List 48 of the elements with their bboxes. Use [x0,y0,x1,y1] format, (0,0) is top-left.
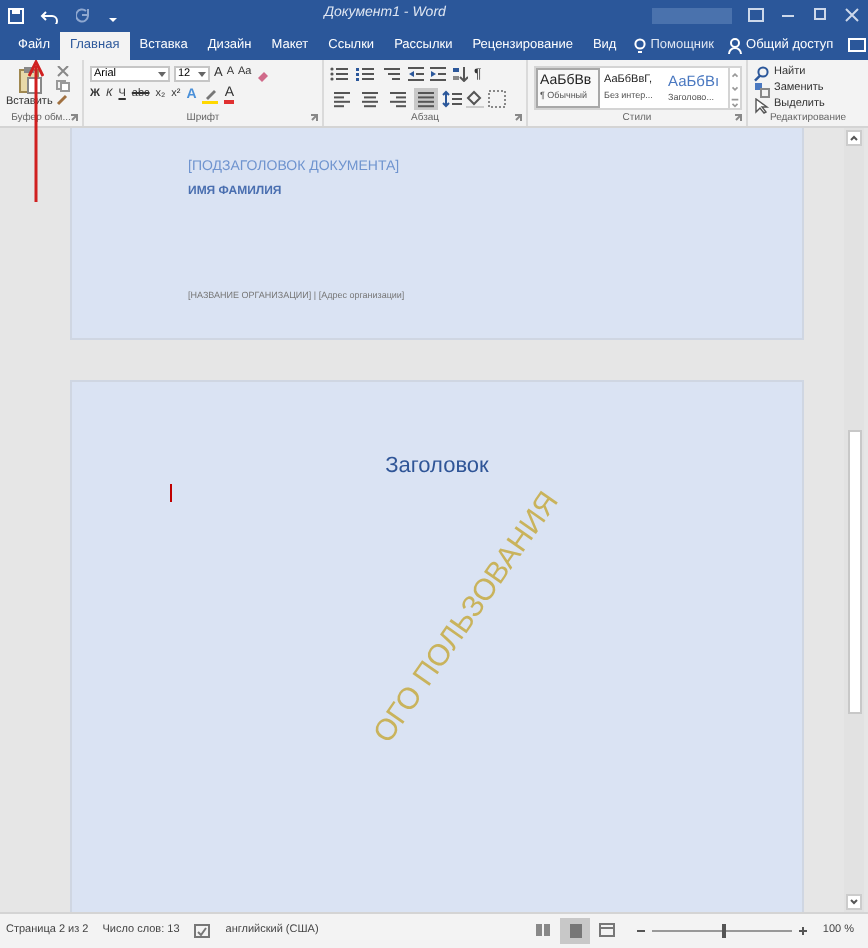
cursor-icon [754,97,770,113]
dialog-launcher-icon[interactable] [70,114,78,122]
search-icon [754,65,770,81]
undo-icon[interactable] [40,7,60,23]
borders-icon[interactable] [488,90,506,108]
more-icon[interactable] [730,96,740,110]
redo-icon[interactable] [76,7,92,23]
dialog-launcher-icon[interactable] [734,114,742,122]
maximize-icon[interactable] [812,8,828,22]
align-left-icon[interactable] [330,88,354,110]
align-center-icon[interactable] [358,88,382,110]
line-spacing-icon[interactable] [442,90,462,108]
replace-icon [754,81,770,97]
proofing-icon[interactable] [193,923,212,939]
scissors-icon[interactable] [56,66,71,78]
zoom-out-icon[interactable] [636,926,647,936]
save-icon[interactable] [8,7,24,23]
align-right-icon[interactable] [386,88,410,110]
decrease-indent-icon[interactable] [408,66,424,82]
copy-icon[interactable] [56,80,71,92]
multilevel-list-icon[interactable] [382,66,402,82]
scrollbar[interactable] [844,128,864,912]
highlighter-icon[interactable] [202,87,219,103]
align-justify-icon[interactable] [414,88,438,110]
zoom-slider-thumb[interactable] [722,924,727,938]
bullet-list-icon[interactable] [330,66,350,82]
scroll-up-icon[interactable] [846,130,862,146]
sort-icon[interactable] [452,66,468,82]
ribbon-options-icon[interactable] [748,8,764,22]
dialog-launcher-icon[interactable] [514,114,522,122]
document-heading: Заголовок [385,452,489,482]
person-icon [728,38,743,54]
eraser-icon[interactable] [255,67,270,81]
dialog-launcher-icon[interactable] [310,114,318,122]
text-cursor [170,484,172,502]
lightbulb-icon [634,38,647,54]
zoom-in-icon[interactable] [798,926,809,936]
print-view-icon[interactable] [560,918,591,944]
numbered-list-icon[interactable] [356,66,376,82]
paintbrush-icon[interactable] [56,94,71,106]
caret-icon [158,71,166,77]
account-bar [652,7,732,23]
close-icon[interactable] [844,8,860,22]
increase-indent-icon[interactable] [430,66,446,82]
scroll-thumb[interactable] [847,430,861,714]
comment-icon[interactable] [847,38,866,54]
scroll-down-icon[interactable] [846,894,862,910]
caret-icon [198,71,206,77]
